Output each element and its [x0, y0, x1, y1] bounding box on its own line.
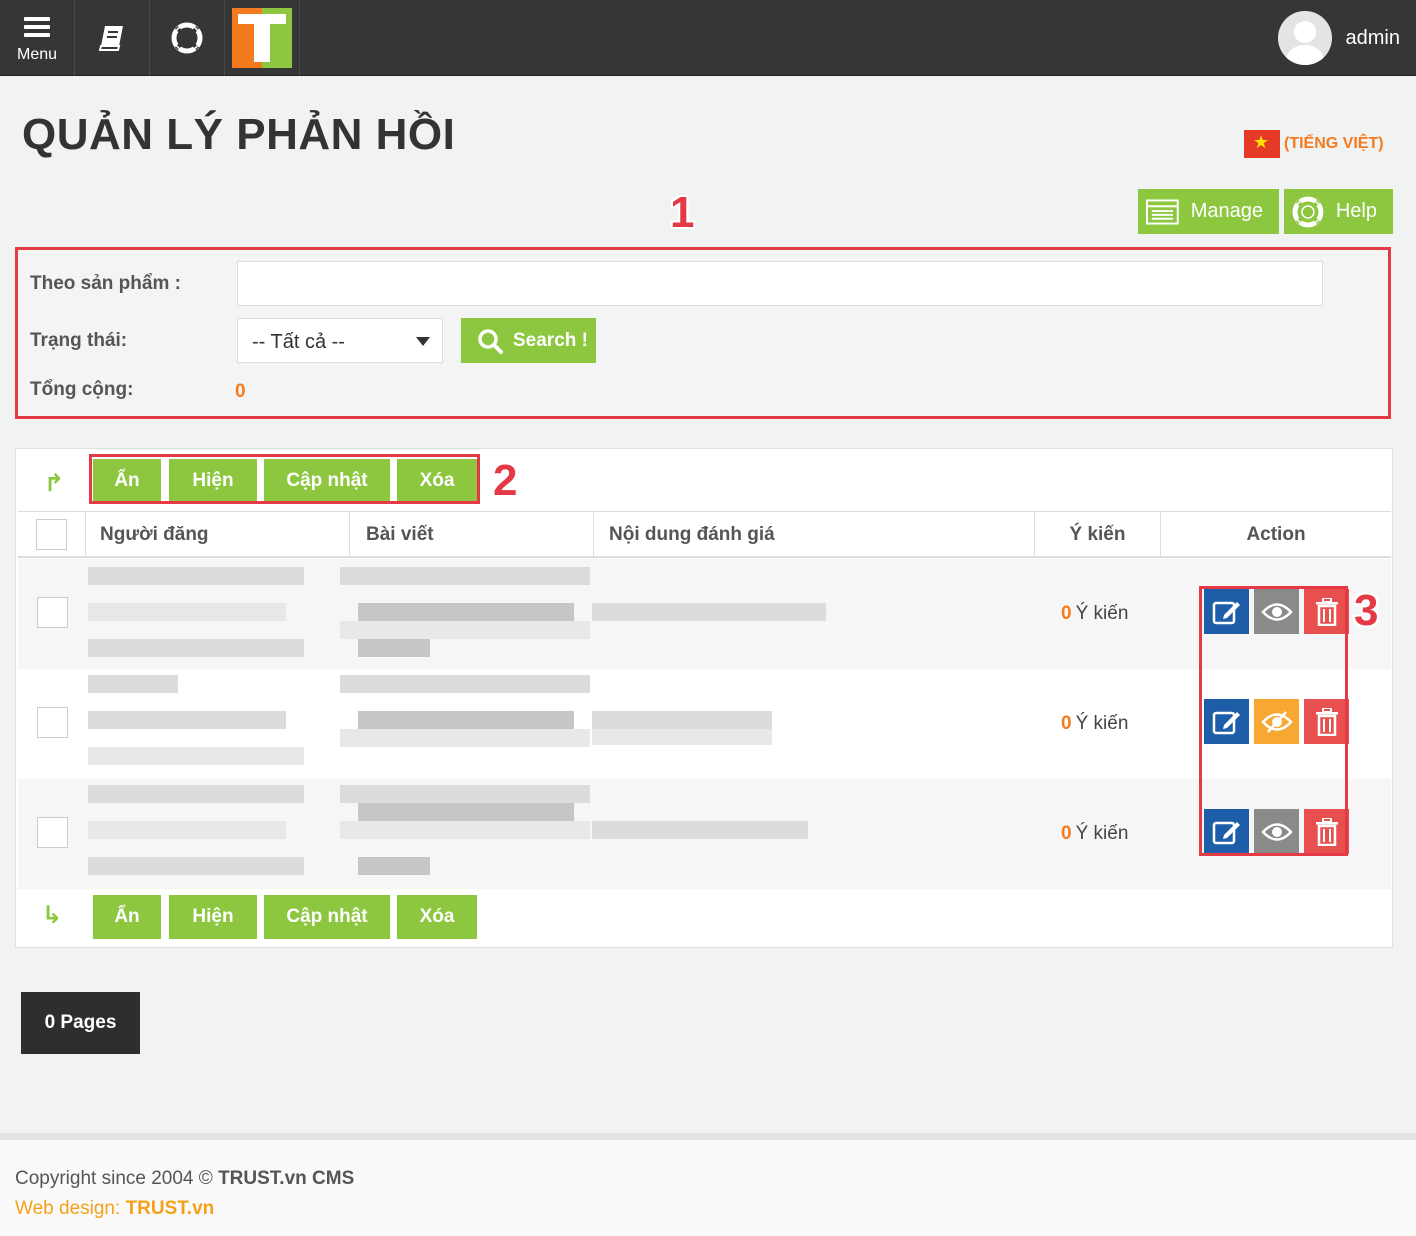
show-button-bottom[interactable]: Hiện: [169, 895, 257, 939]
redacted-article: [340, 785, 590, 803]
redacted-article: [340, 567, 590, 585]
redacted-review: [592, 711, 772, 729]
select-all-checkbox[interactable]: [36, 519, 67, 550]
redacted-article: [358, 639, 430, 657]
lifebuoy-icon: [171, 22, 203, 54]
web-design-credit[interactable]: Web design: TRUST.vn: [15, 1198, 214, 1220]
redacted-article: [340, 675, 590, 693]
footer-divider: [0, 1133, 1416, 1140]
redacted-poster: [88, 785, 304, 803]
help-center-button[interactable]: [150, 0, 225, 76]
redacted-article: [358, 803, 574, 821]
annotation-box-filter: [15, 247, 1391, 419]
table-row: 0Ý kiến: [18, 559, 1391, 669]
redacted-review: [592, 821, 808, 839]
book-button[interactable]: [75, 0, 150, 76]
help-label: Help: [1335, 200, 1377, 222]
annotation-box-row-actions: [1199, 586, 1348, 856]
user-menu[interactable]: admin: [1277, 11, 1400, 65]
lifebuoy-icon: [1292, 196, 1324, 227]
menu-button[interactable]: Menu: [0, 0, 75, 76]
redacted-poster: [88, 857, 304, 875]
redacted-review: [592, 729, 772, 745]
menu-label: Menu: [16, 45, 58, 63]
avatar-icon: [1277, 11, 1332, 65]
pagination[interactable]: 0 Pages: [21, 992, 140, 1054]
manage-label: Manage: [1190, 200, 1263, 222]
col-review-content[interactable]: Nội dung đánh giá: [594, 512, 1035, 557]
row-checkbox[interactable]: [37, 597, 68, 628]
row-checkbox[interactable]: [37, 817, 68, 848]
update-button-bottom[interactable]: Cập nhật: [264, 895, 390, 939]
table-row: 0Ý kiến: [18, 669, 1391, 779]
help-button[interactable]: Help: [1284, 189, 1393, 234]
annotation-number-1: 1: [670, 188, 695, 237]
redacted-poster: [88, 821, 286, 839]
opinion-count[interactable]: 0Ý kiến: [1061, 823, 1128, 845]
manage-button[interactable]: Manage: [1138, 189, 1279, 234]
menu-icon: [24, 16, 50, 37]
annotation-number-3: 3: [1354, 586, 1379, 635]
select-all-cell: [18, 512, 86, 557]
copyright-text: Copyright since 2004 © TRUST.vn CMS: [15, 1168, 355, 1189]
redacted-article: [340, 621, 590, 639]
redacted-article: [358, 857, 430, 875]
opinion-count[interactable]: 0Ý kiến: [1061, 713, 1128, 735]
page-title: QUẢN LÝ PHẢN HỒI: [22, 110, 456, 159]
annotation-number-2: 2: [493, 456, 518, 505]
redacted-poster: [88, 675, 178, 693]
list-icon: [1146, 198, 1179, 225]
redacted-poster: [88, 639, 304, 657]
logo-icon: [232, 8, 292, 68]
redacted-poster: [88, 567, 304, 585]
col-opinion[interactable]: Ý kiến: [1035, 512, 1161, 557]
table-header: Người đăng Bài viết Nội dung đánh giá Ý …: [18, 511, 1391, 558]
row-checkbox[interactable]: [37, 707, 68, 738]
redacted-article: [358, 711, 574, 729]
book-icon: [98, 26, 123, 51]
col-article[interactable]: Bài viết: [350, 512, 594, 557]
feedback-table-panel: ↱ Ẩn Hiện Cập nhật Xóa Người đăng Bài vi…: [15, 448, 1393, 948]
arrow-up-right-icon: ↱: [44, 470, 65, 497]
col-poster[interactable]: Người đăng: [86, 512, 350, 557]
annotation-box-bulk-actions: [89, 454, 480, 504]
redacted-article: [340, 821, 590, 839]
redacted-poster: [88, 747, 304, 765]
redacted-review: [592, 603, 826, 621]
delete-button-bottom[interactable]: Xóa: [397, 895, 477, 939]
table-row: 0Ý kiến: [18, 779, 1391, 889]
user-name: admin: [1345, 26, 1400, 49]
top-bar: Menu admin: [0, 0, 1416, 76]
language-label: (TIẾNG VIỆT): [1284, 135, 1384, 152]
col-action: Action: [1246, 523, 1306, 545]
hide-button-bottom[interactable]: Ẩn: [93, 895, 161, 939]
arrow-down-right-icon: ↳: [42, 902, 63, 929]
redacted-poster: [88, 711, 286, 729]
logo-link[interactable]: [225, 0, 300, 76]
language-switcher[interactable]: (TIẾNG VIỆT): [1244, 130, 1384, 158]
redacted-poster: [88, 603, 286, 621]
vietnam-flag-icon: [1244, 130, 1280, 158]
redacted-article: [340, 729, 590, 747]
redacted-article: [358, 603, 574, 621]
opinion-count[interactable]: 0Ý kiến: [1061, 603, 1128, 625]
